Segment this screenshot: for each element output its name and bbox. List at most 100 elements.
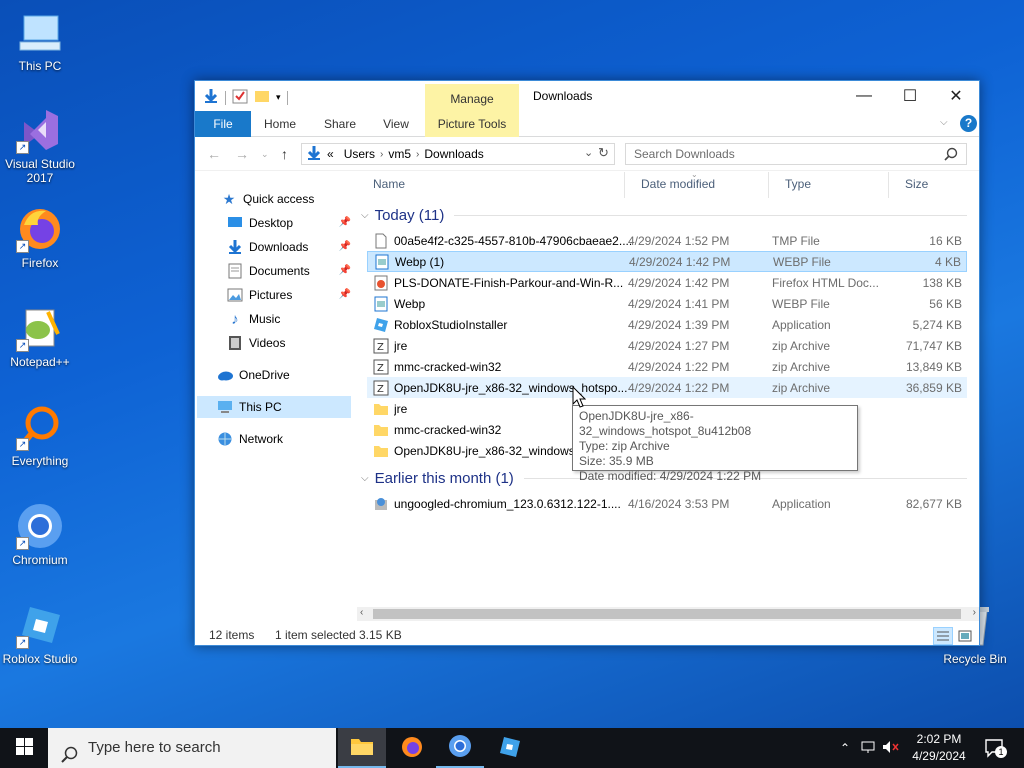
list-item[interactable]: Z jre 4/29/2024 1:27 PM zip Archive 71,7… bbox=[367, 335, 967, 356]
list-item[interactable]: 00a5e4f2-c325-4557-810b-47906cbaeae2....… bbox=[367, 230, 967, 251]
visual-studio-icon: ↗ bbox=[16, 106, 64, 154]
nav-this-pc[interactable]: This PC bbox=[197, 396, 351, 418]
group-header-today[interactable]: ⌵ Today (11) bbox=[357, 204, 967, 226]
pin-icon[interactable]: 📌 bbox=[339, 265, 351, 276]
large-icons-view-icon[interactable] bbox=[957, 628, 973, 647]
tab-view[interactable]: View bbox=[371, 111, 421, 137]
new-folder-icon[interactable] bbox=[254, 88, 270, 107]
list-item[interactable]: Z mmc-cracked-win32 4/29/2024 1:22 PM zi… bbox=[367, 356, 967, 377]
tab-home[interactable]: Home bbox=[255, 111, 305, 137]
file-tooltip: OpenJDK8U-jre_x86-32_windows_hotspot_8u4… bbox=[572, 405, 858, 483]
properties-icon[interactable] bbox=[232, 88, 248, 107]
taskbar-search-input[interactable]: Type here to search bbox=[48, 728, 336, 768]
file-date: 4/29/2024 1:22 PM bbox=[628, 380, 730, 395]
search-input[interactable]: Search Downloads bbox=[625, 143, 967, 165]
taskbar-clock[interactable]: 2:02 PM 4/29/2024 bbox=[902, 731, 976, 765]
documents-icon bbox=[227, 263, 243, 279]
tab-file[interactable]: File bbox=[195, 111, 251, 137]
scroll-left-icon[interactable]: ‹ bbox=[360, 607, 363, 618]
pin-icon[interactable]: 📌 bbox=[339, 241, 351, 252]
nav-label: This PC bbox=[239, 400, 282, 414]
desktop-icon-roblox-studio[interactable]: ↗ Roblox Studio bbox=[0, 601, 80, 666]
list-item[interactable]: Webp (1) 4/29/2024 1:42 PM WEBP File 4 K… bbox=[367, 251, 967, 272]
scrollbar-thumb[interactable] bbox=[373, 609, 961, 619]
firefox-icon: ↗ bbox=[16, 205, 64, 253]
nav-downloads[interactable]: Downloads 📌 bbox=[227, 236, 355, 258]
windows-logo-icon bbox=[15, 738, 33, 758]
close-button[interactable]: ✕ bbox=[933, 81, 979, 111]
nav-network[interactable]: Network bbox=[217, 428, 355, 450]
pin-icon[interactable]: 📌 bbox=[339, 217, 351, 228]
nav-documents[interactable]: Documents 📌 bbox=[227, 260, 355, 282]
desktop-icon-notepadpp[interactable]: ↗ Notepad++ bbox=[0, 304, 80, 369]
breadcrumb-downloads[interactable]: Downloads bbox=[424, 147, 483, 161]
download-arrow-icon[interactable] bbox=[203, 88, 219, 107]
nav-music[interactable]: ♪ Music bbox=[227, 308, 355, 330]
search-icon[interactable] bbox=[944, 147, 958, 167]
expand-ribbon-icon[interactable]: ⌵ bbox=[940, 117, 948, 128]
horizontal-scrollbar[interactable]: ‹ › bbox=[357, 607, 979, 621]
folder-icon bbox=[373, 422, 389, 438]
chevron-right-icon[interactable]: › bbox=[416, 149, 419, 160]
column-header-name[interactable]: Name bbox=[357, 172, 625, 198]
file-type: zip Archive bbox=[772, 338, 831, 353]
nav-label: Downloads bbox=[249, 240, 309, 254]
taskbar-roblox-studio[interactable] bbox=[486, 728, 534, 768]
nav-videos[interactable]: Videos bbox=[227, 332, 355, 354]
recent-locations-icon[interactable]: ⌄ bbox=[261, 149, 269, 160]
minimize-button[interactable]: — bbox=[841, 81, 887, 111]
taskbar-file-explorer[interactable] bbox=[338, 728, 386, 768]
maximize-button[interactable]: ☐ bbox=[887, 81, 933, 111]
file-name: mmc-cracked-win32 bbox=[394, 359, 502, 374]
refresh-icon[interactable]: ↻ bbox=[598, 145, 609, 161]
help-icon[interactable]: ? bbox=[960, 115, 977, 132]
pin-icon[interactable]: 📌 bbox=[339, 289, 351, 300]
address-box[interactable]: « Users › vm5 › Downloads ⌄ ↻ bbox=[301, 143, 615, 165]
notification-center-button[interactable]: 1 bbox=[984, 738, 1007, 758]
list-item[interactable]: Webp 4/29/2024 1:41 PM WEBP File 56 KB bbox=[367, 293, 967, 314]
breadcrumb-users[interactable]: Users bbox=[344, 147, 375, 161]
list-item[interactable]: RobloxStudioInstaller 4/29/2024 1:39 PM … bbox=[367, 314, 967, 335]
tab-picture-tools[interactable]: Picture Tools bbox=[425, 111, 519, 137]
desktop-icon-firefox[interactable]: ↗ Firefox bbox=[0, 205, 80, 270]
list-item[interactable]: Z OpenJDK8U-jre_x86-32_windows_hotspo...… bbox=[367, 377, 967, 398]
tab-manage[interactable]: Manage bbox=[425, 84, 519, 111]
chevron-up-icon[interactable]: ⌃ bbox=[840, 741, 850, 755]
chevron-right-icon[interactable]: › bbox=[380, 149, 383, 160]
list-item[interactable]: ungoogled-chromium_123.0.6312.122-1.... … bbox=[367, 493, 967, 514]
breadcrumb-vm5[interactable]: vm5 bbox=[388, 147, 411, 161]
start-button[interactable] bbox=[0, 728, 48, 768]
column-header-date[interactable]: Date modified ⌄ bbox=[625, 170, 769, 198]
tab-share[interactable]: Share bbox=[315, 111, 365, 137]
back-arrow-icon[interactable]: ← bbox=[207, 146, 221, 162]
volume-muted-icon[interactable] bbox=[882, 740, 900, 757]
nav-quick-access[interactable]: ★ Quick access bbox=[221, 188, 355, 210]
up-arrow-icon[interactable]: ↑ bbox=[281, 146, 288, 162]
breadcrumb-prefix[interactable]: « bbox=[327, 147, 334, 161]
column-header-type[interactable]: Type bbox=[769, 172, 889, 198]
forward-arrow-icon[interactable]: → bbox=[235, 146, 249, 162]
details-view-icon[interactable] bbox=[933, 627, 953, 645]
nav-desktop[interactable]: Desktop 📌 bbox=[227, 212, 355, 234]
zip-archive-icon: Z bbox=[373, 380, 389, 396]
list-item[interactable]: PLS-DONATE-Finish-Parkour-and-Win-R... 4… bbox=[367, 272, 967, 293]
desktop-icon-this-pc[interactable]: This PC bbox=[0, 8, 80, 73]
file-date: 4/29/2024 1:42 PM bbox=[628, 275, 730, 290]
roblox-studio-icon bbox=[373, 317, 389, 333]
desktop-icon-chromium[interactable]: ↗ Chromium bbox=[0, 502, 80, 567]
desktop-icon-visual-studio[interactable]: ↗ Visual Studio 2017 bbox=[0, 106, 80, 185]
taskbar-chromium[interactable] bbox=[436, 728, 484, 768]
nav-onedrive[interactable]: OneDrive bbox=[217, 364, 355, 386]
nav-pictures[interactable]: Pictures 📌 bbox=[227, 284, 355, 306]
toolbar-separator bbox=[225, 90, 226, 105]
scroll-right-icon[interactable]: › bbox=[973, 607, 976, 618]
taskbar-firefox[interactable] bbox=[388, 728, 436, 768]
desktop-icon-everything[interactable]: ↗ Everything bbox=[0, 403, 80, 468]
file-generic-icon bbox=[373, 233, 389, 249]
maximize-icon: ☐ bbox=[902, 88, 918, 105]
customize-qat-icon[interactable]: ▾ bbox=[276, 92, 281, 103]
column-header-size[interactable]: Size bbox=[889, 172, 967, 198]
chevron-down-icon[interactable]: ⌄ bbox=[584, 146, 593, 159]
file-type: zip Archive bbox=[772, 380, 831, 395]
network-status-icon[interactable] bbox=[860, 740, 876, 757]
